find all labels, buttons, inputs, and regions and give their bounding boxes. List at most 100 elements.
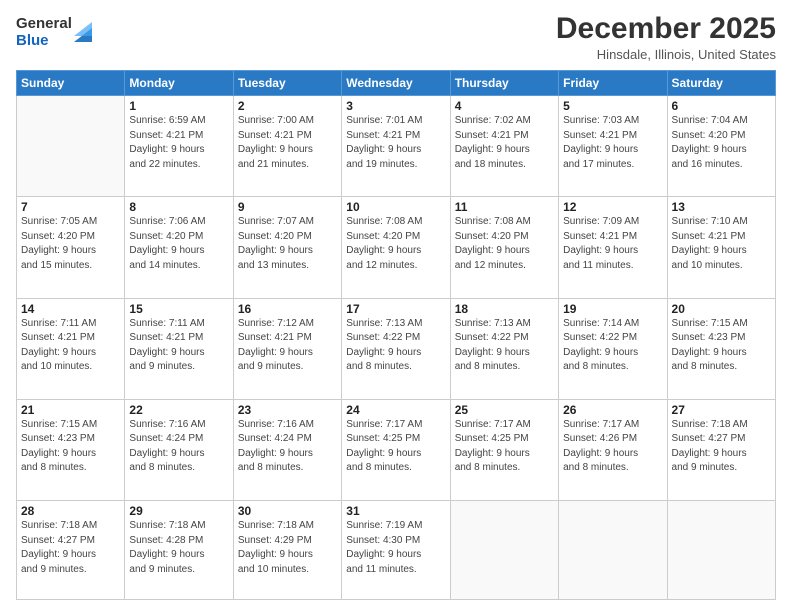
day-number: 9 bbox=[238, 200, 337, 214]
calendar-cell bbox=[667, 501, 775, 600]
day-number: 14 bbox=[21, 302, 120, 316]
day-info: Sunrise: 7:15 AMSunset: 4:23 PMDaylight:… bbox=[672, 317, 771, 375]
day-number: 16 bbox=[238, 302, 337, 316]
day-number: 2 bbox=[238, 99, 337, 113]
week-row-3: 14Sunrise: 7:11 AMSunset: 4:21 PMDayligh… bbox=[17, 298, 776, 399]
calendar-cell: 31Sunrise: 7:19 AMSunset: 4:30 PMDayligh… bbox=[342, 501, 450, 600]
day-number: 19 bbox=[563, 302, 662, 316]
day-number: 31 bbox=[346, 504, 445, 518]
calendar-cell: 23Sunrise: 7:16 AMSunset: 4:24 PMDayligh… bbox=[233, 399, 341, 500]
day-info: Sunrise: 7:11 AMSunset: 4:21 PMDaylight:… bbox=[21, 317, 120, 375]
calendar-cell: 3Sunrise: 7:01 AMSunset: 4:21 PMDaylight… bbox=[342, 96, 450, 197]
page: General Blue December 2025 Hinsdale, Ill… bbox=[0, 0, 792, 612]
day-info: Sunrise: 7:18 AMSunset: 4:29 PMDaylight:… bbox=[238, 519, 337, 577]
day-info: Sunrise: 7:18 AMSunset: 4:27 PMDaylight:… bbox=[672, 418, 771, 476]
day-number: 3 bbox=[346, 99, 445, 113]
day-number: 10 bbox=[346, 200, 445, 214]
day-info: Sunrise: 7:12 AMSunset: 4:21 PMDaylight:… bbox=[238, 317, 337, 375]
day-number: 27 bbox=[672, 403, 771, 417]
day-header-tuesday: Tuesday bbox=[233, 71, 341, 96]
calendar-cell: 20Sunrise: 7:15 AMSunset: 4:23 PMDayligh… bbox=[667, 298, 775, 399]
calendar-cell: 14Sunrise: 7:11 AMSunset: 4:21 PMDayligh… bbox=[17, 298, 125, 399]
calendar: SundayMondayTuesdayWednesdayThursdayFrid… bbox=[16, 70, 776, 600]
calendar-body: 1Sunrise: 6:59 AMSunset: 4:21 PMDaylight… bbox=[17, 96, 776, 600]
days-of-week-row: SundayMondayTuesdayWednesdayThursdayFrid… bbox=[17, 71, 776, 96]
day-info: Sunrise: 7:05 AMSunset: 4:20 PMDaylight:… bbox=[21, 215, 120, 273]
calendar-cell bbox=[450, 501, 558, 600]
day-number: 1 bbox=[129, 99, 228, 113]
calendar-cell: 28Sunrise: 7:18 AMSunset: 4:27 PMDayligh… bbox=[17, 501, 125, 600]
calendar-cell: 29Sunrise: 7:18 AMSunset: 4:28 PMDayligh… bbox=[125, 501, 233, 600]
title-block: December 2025 Hinsdale, Illinois, United… bbox=[556, 12, 776, 62]
logo-blue-text: Blue bbox=[16, 33, 72, 50]
calendar-cell bbox=[559, 501, 667, 600]
logo-icon bbox=[74, 20, 92, 42]
calendar-cell: 30Sunrise: 7:18 AMSunset: 4:29 PMDayligh… bbox=[233, 501, 341, 600]
day-info: Sunrise: 7:16 AMSunset: 4:24 PMDaylight:… bbox=[129, 418, 228, 476]
day-header-sunday: Sunday bbox=[17, 71, 125, 96]
day-info: Sunrise: 7:18 AMSunset: 4:28 PMDaylight:… bbox=[129, 519, 228, 577]
day-info: Sunrise: 7:08 AMSunset: 4:20 PMDaylight:… bbox=[455, 215, 554, 273]
subtitle: Hinsdale, Illinois, United States bbox=[556, 47, 776, 62]
calendar-cell: 24Sunrise: 7:17 AMSunset: 4:25 PMDayligh… bbox=[342, 399, 450, 500]
day-info: Sunrise: 7:03 AMSunset: 4:21 PMDaylight:… bbox=[563, 114, 662, 172]
day-header-thursday: Thursday bbox=[450, 71, 558, 96]
calendar-cell: 26Sunrise: 7:17 AMSunset: 4:26 PMDayligh… bbox=[559, 399, 667, 500]
day-header-wednesday: Wednesday bbox=[342, 71, 450, 96]
day-number: 25 bbox=[455, 403, 554, 417]
calendar-cell: 10Sunrise: 7:08 AMSunset: 4:20 PMDayligh… bbox=[342, 197, 450, 298]
calendar-cell: 21Sunrise: 7:15 AMSunset: 4:23 PMDayligh… bbox=[17, 399, 125, 500]
day-number: 15 bbox=[129, 302, 228, 316]
calendar-cell: 2Sunrise: 7:00 AMSunset: 4:21 PMDaylight… bbox=[233, 96, 341, 197]
calendar-cell: 17Sunrise: 7:13 AMSunset: 4:22 PMDayligh… bbox=[342, 298, 450, 399]
calendar-cell: 6Sunrise: 7:04 AMSunset: 4:20 PMDaylight… bbox=[667, 96, 775, 197]
day-number: 5 bbox=[563, 99, 662, 113]
calendar-header: SundayMondayTuesdayWednesdayThursdayFrid… bbox=[17, 71, 776, 96]
day-number: 12 bbox=[563, 200, 662, 214]
logo-general-text: General bbox=[16, 16, 72, 33]
day-info: Sunrise: 7:00 AMSunset: 4:21 PMDaylight:… bbox=[238, 114, 337, 172]
week-row-5: 28Sunrise: 7:18 AMSunset: 4:27 PMDayligh… bbox=[17, 501, 776, 600]
calendar-cell: 12Sunrise: 7:09 AMSunset: 4:21 PMDayligh… bbox=[559, 197, 667, 298]
calendar-cell: 22Sunrise: 7:16 AMSunset: 4:24 PMDayligh… bbox=[125, 399, 233, 500]
calendar-cell: 25Sunrise: 7:17 AMSunset: 4:25 PMDayligh… bbox=[450, 399, 558, 500]
day-info: Sunrise: 7:17 AMSunset: 4:25 PMDaylight:… bbox=[455, 418, 554, 476]
day-info: Sunrise: 7:17 AMSunset: 4:25 PMDaylight:… bbox=[346, 418, 445, 476]
day-number: 28 bbox=[21, 504, 120, 518]
day-number: 26 bbox=[563, 403, 662, 417]
calendar-cell: 4Sunrise: 7:02 AMSunset: 4:21 PMDaylight… bbox=[450, 96, 558, 197]
day-info: Sunrise: 7:16 AMSunset: 4:24 PMDaylight:… bbox=[238, 418, 337, 476]
calendar-cell: 27Sunrise: 7:18 AMSunset: 4:27 PMDayligh… bbox=[667, 399, 775, 500]
day-number: 8 bbox=[129, 200, 228, 214]
day-number: 24 bbox=[346, 403, 445, 417]
day-header-saturday: Saturday bbox=[667, 71, 775, 96]
calendar-cell bbox=[17, 96, 125, 197]
day-number: 30 bbox=[238, 504, 337, 518]
week-row-4: 21Sunrise: 7:15 AMSunset: 4:23 PMDayligh… bbox=[17, 399, 776, 500]
week-row-1: 1Sunrise: 6:59 AMSunset: 4:21 PMDaylight… bbox=[17, 96, 776, 197]
day-number: 17 bbox=[346, 302, 445, 316]
calendar-cell: 11Sunrise: 7:08 AMSunset: 4:20 PMDayligh… bbox=[450, 197, 558, 298]
day-number: 18 bbox=[455, 302, 554, 316]
day-info: Sunrise: 7:06 AMSunset: 4:20 PMDaylight:… bbox=[129, 215, 228, 273]
day-number: 7 bbox=[21, 200, 120, 214]
calendar-cell: 8Sunrise: 7:06 AMSunset: 4:20 PMDaylight… bbox=[125, 197, 233, 298]
day-number: 22 bbox=[129, 403, 228, 417]
day-info: Sunrise: 7:07 AMSunset: 4:20 PMDaylight:… bbox=[238, 215, 337, 273]
calendar-cell: 5Sunrise: 7:03 AMSunset: 4:21 PMDaylight… bbox=[559, 96, 667, 197]
calendar-cell: 18Sunrise: 7:13 AMSunset: 4:22 PMDayligh… bbox=[450, 298, 558, 399]
logo-text: General Blue bbox=[16, 16, 72, 49]
header: General Blue December 2025 Hinsdale, Ill… bbox=[16, 12, 776, 62]
day-info: Sunrise: 7:19 AMSunset: 4:30 PMDaylight:… bbox=[346, 519, 445, 577]
day-number: 13 bbox=[672, 200, 771, 214]
day-info: Sunrise: 6:59 AMSunset: 4:21 PMDaylight:… bbox=[129, 114, 228, 172]
day-number: 20 bbox=[672, 302, 771, 316]
day-info: Sunrise: 7:17 AMSunset: 4:26 PMDaylight:… bbox=[563, 418, 662, 476]
day-info: Sunrise: 7:11 AMSunset: 4:21 PMDaylight:… bbox=[129, 317, 228, 375]
day-info: Sunrise: 7:01 AMSunset: 4:21 PMDaylight:… bbox=[346, 114, 445, 172]
calendar-cell: 1Sunrise: 6:59 AMSunset: 4:21 PMDaylight… bbox=[125, 96, 233, 197]
calendar-cell: 7Sunrise: 7:05 AMSunset: 4:20 PMDaylight… bbox=[17, 197, 125, 298]
calendar-cell: 15Sunrise: 7:11 AMSunset: 4:21 PMDayligh… bbox=[125, 298, 233, 399]
day-info: Sunrise: 7:09 AMSunset: 4:21 PMDaylight:… bbox=[563, 215, 662, 273]
day-header-friday: Friday bbox=[559, 71, 667, 96]
